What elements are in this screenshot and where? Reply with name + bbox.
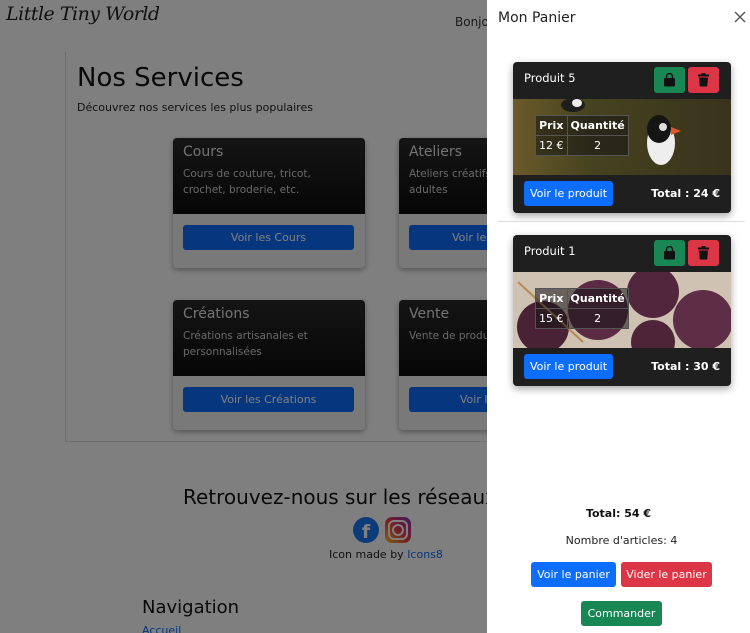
view-product-button[interactable]: Voir le produit	[524, 181, 613, 206]
order-button[interactable]: Commander	[581, 601, 662, 626]
cart-item: Produit 1 Prix Quantité 15 €2 Voir le pro…	[513, 235, 731, 386]
qty-value: 2	[566, 135, 629, 156]
price-table: Prix Quantité 15 €2	[535, 288, 629, 329]
cart-article-count: Nombre d'articles: 4	[565, 534, 678, 547]
delete-button[interactable]	[688, 67, 719, 93]
price-header: Prix	[535, 288, 568, 309]
price-value: 12 €	[535, 135, 568, 156]
bag-button[interactable]	[654, 240, 685, 266]
bag-icon	[664, 246, 675, 260]
item-total: Total : 30 €	[651, 360, 720, 373]
price-header: Prix	[535, 115, 568, 136]
offcanvas-backdrop[interactable]	[0, 0, 487, 633]
cart-item: Produit 5 Prix Quantité 12 €2 Voir le pro…	[513, 62, 731, 213]
qty-value: 2	[566, 308, 629, 329]
trash-icon	[698, 73, 709, 87]
cart-item-name: Produit 5	[524, 71, 576, 85]
item-total: Total : 24 €	[651, 187, 720, 200]
bag-icon	[664, 73, 675, 87]
trash-icon	[698, 246, 709, 260]
bag-button[interactable]	[654, 67, 685, 93]
empty-cart-button[interactable]: Vider le panier	[621, 562, 712, 587]
price-value: 15 €	[535, 308, 568, 329]
delete-button[interactable]	[688, 240, 719, 266]
divider	[498, 221, 745, 222]
cart-item-name: Produit 1	[524, 244, 576, 258]
view-product-button[interactable]: Voir le produit	[524, 354, 613, 379]
price-table: Prix Quantité 12 €2	[535, 115, 629, 156]
view-cart-button[interactable]: Voir le panier	[531, 562, 616, 587]
cart-title: Mon Panier	[498, 10, 576, 26]
qty-header: Quantité	[566, 288, 629, 309]
cart-grand-total: Total: 54 €	[585, 507, 652, 520]
cart-panel: Mon Panier Produit 5 Prix Quantité 12 €2 …	[487, 0, 750, 633]
close-icon[interactable]	[733, 10, 747, 24]
qty-header: Quantité	[566, 115, 629, 136]
